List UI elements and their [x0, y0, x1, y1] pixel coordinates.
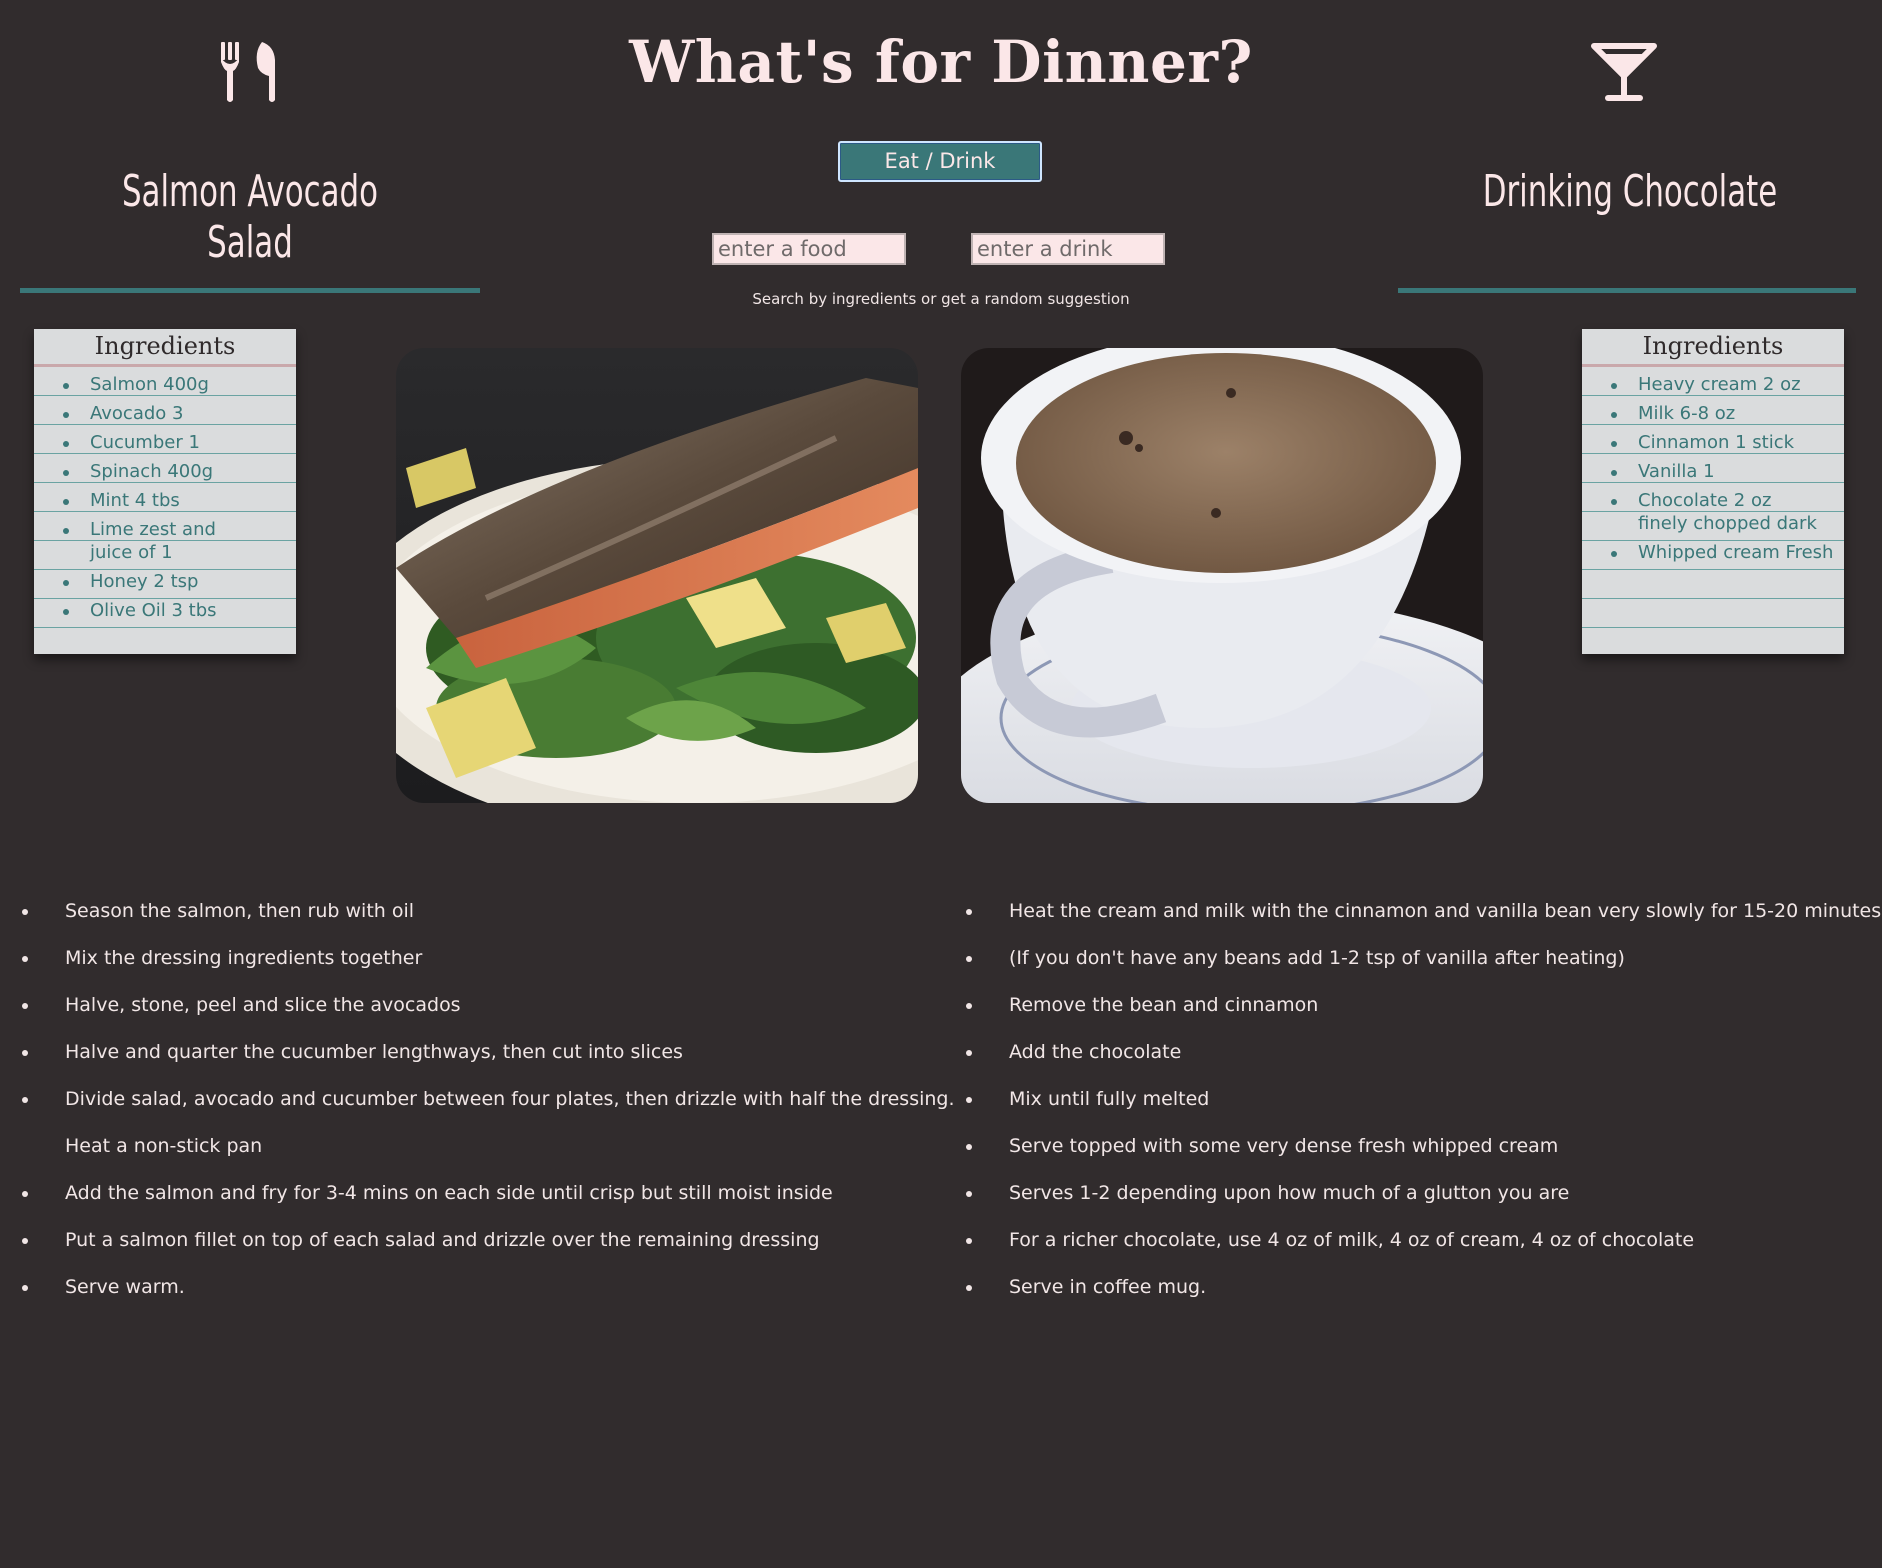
- drink-divider: [1398, 288, 1856, 293]
- food-search-input[interactable]: [712, 233, 906, 265]
- ingredient-item: Honey 2 tsp: [63, 570, 296, 593]
- ingredient-item: Mint 4 tbs: [63, 489, 296, 512]
- step-item: Mix the dressing ingredients together: [0, 935, 940, 982]
- step-item: Put a salmon fillet on top of each salad…: [0, 1217, 940, 1264]
- ingredients-heading: Ingredients: [1582, 329, 1844, 367]
- step-item: Add the chocolate: [944, 1029, 1882, 1076]
- cocktail-glass-icon: [1590, 42, 1658, 102]
- step-item: Serve warm.: [0, 1264, 940, 1311]
- step-item: Season the salmon, then rub with oil: [0, 888, 940, 935]
- eat-drink-toggle-button[interactable]: Eat / Drink: [838, 141, 1042, 182]
- drink-photo: [961, 348, 1483, 803]
- food-ingredients-card: Ingredients Salmon 400g Avocado 3 Cucumb…: [34, 329, 296, 654]
- drink-ingredients-card: Ingredients Heavy cream 2 oz Milk 6-8 oz…: [1582, 329, 1844, 654]
- step-item: Remove the bean and cinnamon: [944, 982, 1882, 1029]
- ingredient-item: Olive Oil 3 tbs: [63, 599, 296, 622]
- step-item: Serve topped with some very dense fresh …: [944, 1123, 1882, 1170]
- drink-name: Drinking Chocolate: [1482, 166, 1778, 217]
- drink-steps-list: Heat the cream and milk with the cinnamo…: [944, 888, 1882, 1311]
- step-item: Heat the cream and milk with the cinnamo…: [944, 888, 1882, 935]
- ingredient-item: Heavy cream 2 oz: [1611, 373, 1844, 396]
- ingredient-item: Salmon 400g: [63, 373, 296, 396]
- food-divider: [20, 288, 480, 293]
- drink-ingredient-list: Heavy cream 2 oz Milk 6-8 oz Cinnamon 1 …: [1582, 373, 1844, 570]
- ingredient-item: Milk 6-8 oz: [1611, 402, 1844, 425]
- food-steps-list: Season the salmon, then rub with oil Mix…: [0, 888, 955, 1311]
- step-item: Serve in coffee mug.: [944, 1264, 1882, 1311]
- ingredient-item: Spinach 400g: [63, 460, 296, 483]
- drink-search-input[interactable]: [971, 233, 1165, 265]
- step-item: Halve, stone, peel and slice the avocado…: [0, 982, 940, 1029]
- step-item: Heat a non-stick pan: [65, 1135, 263, 1157]
- food-name: Salmon Avocado Salad: [121, 166, 379, 268]
- ingredient-item: Vanilla 1: [1611, 460, 1844, 483]
- step-item: For a richer chocolate, use 4 oz of milk…: [944, 1217, 1882, 1264]
- step-item: (If you don't have any beans add 1-2 tsp…: [944, 935, 1882, 982]
- step-item: Add the salmon and fry for 3-4 mins on e…: [0, 1170, 940, 1217]
- ingredient-item: Avocado 3: [63, 402, 296, 425]
- food-ingredient-list: Salmon 400g Avocado 3 Cucumber 1 Spinach…: [34, 373, 296, 628]
- ingredient-item: Lime zest and juice of 1: [63, 518, 248, 564]
- ingredient-item: Cinnamon 1 stick: [1611, 431, 1844, 454]
- food-photo: [396, 348, 918, 803]
- step-item: Divide salad, avocado and cucumber betwe…: [0, 1076, 955, 1123]
- step-item: Mix until fully melted: [944, 1076, 1882, 1123]
- ingredients-heading: Ingredients: [34, 329, 296, 367]
- step-item: Serves 1-2 depending upon how much of a …: [944, 1170, 1882, 1217]
- ingredient-item: Chocolate 2 oz finely chopped dark: [1611, 489, 1826, 535]
- ingredient-item: Cucumber 1: [63, 431, 296, 454]
- step-item: Halve and quarter the cucumber lengthway…: [0, 1029, 940, 1076]
- ingredient-item: Whipped cream Fresh: [1611, 541, 1844, 564]
